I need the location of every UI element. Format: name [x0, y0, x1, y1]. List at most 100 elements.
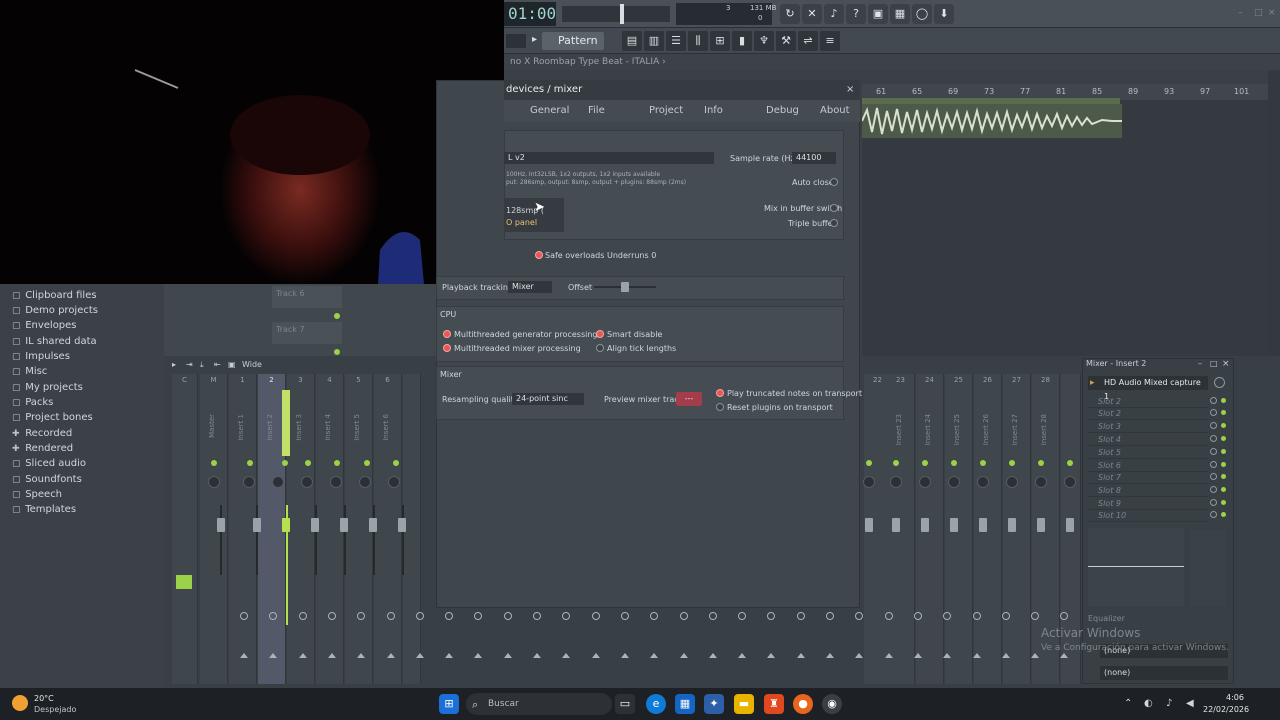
send-arrow-icon[interactable] — [1001, 653, 1010, 658]
mixer-arrow-icon[interactable]: ⇥ — [186, 360, 193, 369]
pan-knob[interactable] — [388, 476, 400, 488]
volume-fader[interactable] — [979, 518, 987, 532]
send-arrow-icon[interactable] — [445, 653, 454, 658]
send-arrow-icon[interactable] — [826, 653, 834, 658]
dialog-close-button[interactable]: × — [846, 84, 854, 95]
plugin-icon[interactable]: ♆ — [754, 31, 774, 51]
playback-tracking-selector[interactable]: Mixer — [508, 281, 552, 293]
send-arrow-icon[interactable] — [415, 653, 424, 658]
browser-item[interactable]: ▢ IL shared data — [12, 336, 97, 347]
route-button[interactable] — [1001, 612, 1010, 620]
task-view-icon[interactable]: ▭ — [615, 694, 635, 714]
pan-knob[interactable] — [890, 476, 902, 488]
mixer-download-icon[interactable]: ⤓ — [200, 360, 204, 370]
route-button[interactable] — [972, 612, 981, 620]
send-arrow-icon[interactable] — [240, 653, 248, 658]
mic-icon[interactable]: ♪ — [1166, 698, 1172, 709]
brave-icon[interactable]: ♜ — [764, 694, 784, 714]
send-arrow-icon[interactable] — [533, 653, 541, 658]
send-arrow-icon[interactable] — [562, 653, 571, 658]
pan-knob[interactable] — [359, 476, 371, 488]
panel-close-icon[interactable]: × — [1222, 359, 1230, 369]
route-button[interactable] — [796, 612, 805, 620]
track-label[interactable]: Track 7 — [272, 322, 342, 344]
channel-rack-icon[interactable]: ☰ — [666, 31, 686, 51]
browser-item[interactable]: ▢ Impulses — [12, 351, 70, 362]
slot-enable-led[interactable] — [1221, 398, 1226, 403]
route-button[interactable] — [240, 612, 248, 620]
send-arrow-icon[interactable] — [884, 653, 893, 658]
strip-led[interactable] — [951, 460, 957, 466]
volume-fader[interactable] — [369, 518, 377, 532]
notes-icon[interactable]: ≡ — [820, 31, 840, 51]
audio-clip-waveform[interactable] — [862, 104, 1122, 138]
slot-mix-knob[interactable] — [1210, 499, 1217, 506]
strip-led[interactable] — [922, 460, 928, 466]
volume-fader[interactable] — [865, 518, 873, 532]
strip-led[interactable] — [247, 460, 253, 466]
slot-enable-led[interactable] — [1221, 449, 1226, 454]
chat-icon[interactable]: ◯ — [912, 4, 932, 24]
strip-led[interactable] — [1009, 460, 1015, 466]
app-icon[interactable]: ✦ — [704, 694, 724, 714]
preview-track-selector[interactable]: --- — [676, 392, 702, 406]
strip-led[interactable] — [211, 460, 217, 466]
pan-knob[interactable] — [863, 476, 875, 488]
slot-enable-led[interactable] — [1221, 423, 1226, 428]
reset-plugins-toggle[interactable] — [716, 403, 724, 411]
browser-item[interactable]: ✚ Rendered — [12, 443, 73, 454]
master-volume-slider[interactable] — [562, 6, 670, 22]
device-selector[interactable]: L v2 — [504, 152, 714, 164]
offset-slider-handle[interactable] — [621, 282, 629, 292]
taskbar-search[interactable]: Buscar — [466, 693, 612, 715]
slot-enable-led[interactable] — [1221, 512, 1226, 517]
asio-panel-button[interactable]: O panel — [506, 218, 537, 227]
route-button[interactable] — [708, 612, 717, 620]
sample-rate-selector[interactable]: 44100 — [792, 152, 836, 164]
tray-chevron-icon[interactable]: ⌃ — [1124, 698, 1132, 709]
wait-for-input-icon[interactable]: ✕ — [802, 4, 822, 24]
slot-mix-knob[interactable] — [1210, 511, 1217, 518]
browser-item[interactable]: ▢ Packs — [12, 397, 53, 408]
minimize-icon[interactable]: – — [1238, 8, 1243, 18]
pan-knob[interactable] — [919, 476, 931, 488]
volume-fader[interactable] — [1066, 518, 1074, 532]
route-button[interactable] — [826, 612, 834, 620]
tab-about[interactable]: About — [820, 105, 850, 116]
tab-info[interactable]: Info — [704, 105, 723, 116]
route-button[interactable] — [679, 612, 688, 620]
browser-item[interactable]: ▢ Speech — [12, 489, 62, 500]
audio-input-selector[interactable]: HD Audio Mixed capture 1 — [1088, 376, 1208, 401]
fl-studio-icon[interactable]: ● — [793, 694, 813, 714]
mix-buffer-toggle[interactable] — [830, 204, 838, 212]
tab-project[interactable]: Project — [649, 105, 683, 116]
slot-mix-knob[interactable] — [1210, 486, 1217, 493]
panel-minimize-icon[interactable]: – — [1198, 359, 1202, 368]
piano-roll-icon[interactable]: ▦ — [890, 4, 910, 24]
send-arrow-icon[interactable] — [269, 653, 278, 658]
settings-icon[interactable] — [1214, 377, 1225, 388]
align-tick-toggle[interactable] — [596, 344, 604, 352]
multithreaded-gen-toggle[interactable] — [443, 330, 451, 338]
send-arrow-icon[interactable] — [650, 653, 659, 658]
effect-slot[interactable]: Slot 6 — [1088, 460, 1208, 472]
output-selector[interactable]: (none) — [1100, 666, 1228, 680]
send-arrow-icon[interactable] — [357, 653, 366, 658]
browser-item[interactable]: ▢ Clipboard files — [12, 290, 97, 301]
mixer-strip-current[interactable]: C — [172, 374, 198, 684]
effect-slot[interactable]: Slot 10 — [1088, 510, 1208, 522]
metronome-icon[interactable]: ↻ — [780, 4, 800, 24]
slot-mix-knob[interactable] — [1210, 409, 1217, 416]
send-arrow-icon[interactable] — [913, 653, 922, 658]
snap-selector[interactable] — [506, 34, 526, 48]
track-led[interactable] — [334, 349, 340, 355]
slot-mix-knob[interactable] — [1210, 435, 1217, 442]
pan-knob[interactable] — [1064, 476, 1076, 488]
pan-knob[interactable] — [948, 476, 960, 488]
slot-mix-knob[interactable] — [1210, 397, 1217, 404]
strip-led[interactable] — [1038, 460, 1044, 466]
route-button[interactable] — [620, 612, 629, 620]
send-arrow-icon[interactable] — [620, 653, 629, 658]
strip-led[interactable] — [1067, 460, 1073, 466]
song-time-display[interactable]: 01:00 — [504, 2, 556, 26]
